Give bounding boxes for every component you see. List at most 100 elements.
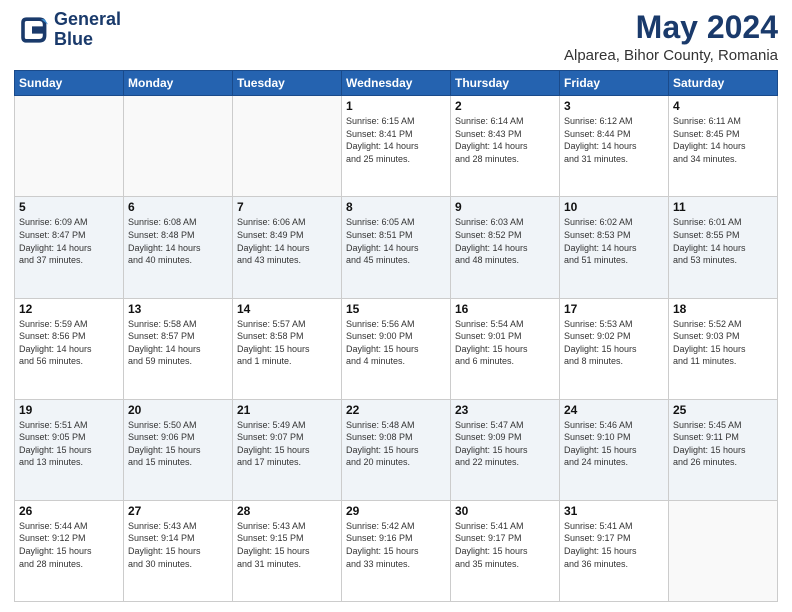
calendar-cell: 3 Sunrise: 6:12 AMSunset: 8:44 PMDaylight… xyxy=(560,96,669,197)
day-info: Sunrise: 5:44 AMSunset: 9:12 PMDaylight:… xyxy=(19,520,119,570)
day-info: Sunrise: 5:43 AMSunset: 9:14 PMDaylight:… xyxy=(128,520,228,570)
day-info: Sunrise: 5:52 AMSunset: 9:03 PMDaylight:… xyxy=(673,318,773,368)
calendar-cell: 31 Sunrise: 5:41 AMSunset: 9:17 PMDayligh… xyxy=(560,500,669,601)
day-info: Sunrise: 5:45 AMSunset: 9:11 PMDaylight:… xyxy=(673,419,773,469)
day-info: Sunrise: 5:49 AMSunset: 9:07 PMDaylight:… xyxy=(237,419,337,469)
col-sunday: Sunday xyxy=(15,71,124,96)
col-saturday: Saturday xyxy=(669,71,778,96)
day-info: Sunrise: 5:48 AMSunset: 9:08 PMDaylight:… xyxy=(346,419,446,469)
day-info: Sunrise: 6:09 AMSunset: 8:47 PMDaylight:… xyxy=(19,216,119,266)
calendar-cell: 11Sunrise: 6:01 AMSunset: 8:55 PMDayligh… xyxy=(669,197,778,298)
calendar-cell: 19Sunrise: 5:51 AMSunset: 9:05 PMDayligh… xyxy=(15,399,124,500)
day-number: 16 xyxy=(455,302,555,316)
day-number: 17 xyxy=(564,302,664,316)
day-info: Sunrise: 5:43 AMSunset: 9:15 PMDaylight:… xyxy=(237,520,337,570)
col-thursday: Thursday xyxy=(451,71,560,96)
day-number: 10 xyxy=(564,200,664,214)
day-number: 21 xyxy=(237,403,337,417)
calendar-cell: 1 Sunrise: 6:15 AMSunset: 8:41 PMDaylight… xyxy=(342,96,451,197)
day-info: Sunrise: 5:46 AMSunset: 9:10 PMDaylight:… xyxy=(564,419,664,469)
calendar-cell: 8Sunrise: 6:05 AMSunset: 8:51 PMDaylight… xyxy=(342,197,451,298)
day-number: 6 xyxy=(128,200,228,214)
calendar-cell: 29 Sunrise: 5:42 AMSunset: 9:16 PMDayligh… xyxy=(342,500,451,601)
day-number: 9 xyxy=(455,200,555,214)
calendar-table: Sunday Monday Tuesday Wednesday Thursday… xyxy=(14,70,778,602)
calendar-cell xyxy=(124,96,233,197)
day-number: 3 xyxy=(564,99,664,113)
calendar-header-row: Sunday Monday Tuesday Wednesday Thursday… xyxy=(15,71,778,96)
header: General Blue May 2024 Alparea, Bihor Cou… xyxy=(14,10,778,64)
subtitle: Alparea, Bihor County, Romania xyxy=(564,47,778,64)
day-info: Sunrise: 5:56 AMSunset: 9:00 PMDaylight:… xyxy=(346,318,446,368)
day-number: 26 xyxy=(19,504,119,518)
day-number: 29 xyxy=(346,504,446,518)
day-number: 25 xyxy=(673,403,773,417)
day-number: 28 xyxy=(237,504,337,518)
calendar-cell: 24Sunrise: 5:46 AMSunset: 9:10 PMDayligh… xyxy=(560,399,669,500)
calendar-cell: 16 Sunrise: 5:54 AMSunset: 9:01 PMDayligh… xyxy=(451,298,560,399)
day-info: Sunrise: 5:41 AMSunset: 9:17 PMDaylight:… xyxy=(564,520,664,570)
calendar-cell: 12Sunrise: 5:59 AMSunset: 8:56 PMDayligh… xyxy=(15,298,124,399)
day-info: Sunrise: 6:03 AMSunset: 8:52 PMDaylight:… xyxy=(455,216,555,266)
page: General Blue May 2024 Alparea, Bihor Cou… xyxy=(0,0,792,612)
day-info: Sunrise: 5:58 AMSunset: 8:57 PMDaylight:… xyxy=(128,318,228,368)
day-number: 30 xyxy=(455,504,555,518)
day-number: 1 xyxy=(346,99,446,113)
calendar-cell: 2Sunrise: 6:14 AMSunset: 8:43 PMDaylight… xyxy=(451,96,560,197)
col-tuesday: Tuesday xyxy=(233,71,342,96)
day-info: Sunrise: 5:51 AMSunset: 9:05 PMDaylight:… xyxy=(19,419,119,469)
day-info: Sunrise: 6:12 AMSunset: 8:44 PMDaylight:… xyxy=(564,115,664,165)
day-number: 20 xyxy=(128,403,228,417)
day-info: Sunrise: 6:01 AMSunset: 8:55 PMDaylight:… xyxy=(673,216,773,266)
calendar-cell: 18 Sunrise: 5:52 AMSunset: 9:03 PMDayligh… xyxy=(669,298,778,399)
calendar-cell: 22 Sunrise: 5:48 AMSunset: 9:08 PMDayligh… xyxy=(342,399,451,500)
calendar-cell: 27 Sunrise: 5:43 AMSunset: 9:14 PMDayligh… xyxy=(124,500,233,601)
day-number: 13 xyxy=(128,302,228,316)
calendar-cell xyxy=(233,96,342,197)
calendar-cell: 21 Sunrise: 5:49 AMSunset: 9:07 PMDayligh… xyxy=(233,399,342,500)
day-number: 8 xyxy=(346,200,446,214)
day-info: Sunrise: 6:11 AMSunset: 8:45 PMDaylight:… xyxy=(673,115,773,165)
day-info: Sunrise: 5:47 AMSunset: 9:09 PMDaylight:… xyxy=(455,419,555,469)
col-wednesday: Wednesday xyxy=(342,71,451,96)
day-info: Sunrise: 6:02 AMSunset: 8:53 PMDaylight:… xyxy=(564,216,664,266)
day-info: Sunrise: 5:50 AMSunset: 9:06 PMDaylight:… xyxy=(128,419,228,469)
col-monday: Monday xyxy=(124,71,233,96)
calendar-cell: 17Sunrise: 5:53 AMSunset: 9:02 PMDayligh… xyxy=(560,298,669,399)
day-info: Sunrise: 5:41 AMSunset: 9:17 PMDaylight:… xyxy=(455,520,555,570)
day-info: Sunrise: 6:15 AMSunset: 8:41 PMDaylight:… xyxy=(346,115,446,165)
calendar-row-2: 12Sunrise: 5:59 AMSunset: 8:56 PMDayligh… xyxy=(15,298,778,399)
calendar-cell: 10 Sunrise: 6:02 AMSunset: 8:53 PMDayligh… xyxy=(560,197,669,298)
day-number: 5 xyxy=(19,200,119,214)
day-number: 22 xyxy=(346,403,446,417)
calendar-row-1: 5 Sunrise: 6:09 AMSunset: 8:47 PMDaylight… xyxy=(15,197,778,298)
day-number: 4 xyxy=(673,99,773,113)
day-info: Sunrise: 5:54 AMSunset: 9:01 PMDaylight:… xyxy=(455,318,555,368)
calendar-cell: 9 Sunrise: 6:03 AMSunset: 8:52 PMDaylight… xyxy=(451,197,560,298)
calendar-cell: 23Sunrise: 5:47 AMSunset: 9:09 PMDayligh… xyxy=(451,399,560,500)
day-info: Sunrise: 5:42 AMSunset: 9:16 PMDaylight:… xyxy=(346,520,446,570)
calendar-cell: 14Sunrise: 5:57 AMSunset: 8:58 PMDayligh… xyxy=(233,298,342,399)
day-number: 31 xyxy=(564,504,664,518)
calendar-row-4: 26 Sunrise: 5:44 AMSunset: 9:12 PMDayligh… xyxy=(15,500,778,601)
calendar-row-0: 1 Sunrise: 6:15 AMSunset: 8:41 PMDaylight… xyxy=(15,96,778,197)
day-number: 18 xyxy=(673,302,773,316)
calendar-cell: 4 Sunrise: 6:11 AMSunset: 8:45 PMDaylight… xyxy=(669,96,778,197)
month-title: May 2024 xyxy=(564,10,778,45)
day-info: Sunrise: 6:06 AMSunset: 8:49 PMDaylight:… xyxy=(237,216,337,266)
logo-icon xyxy=(14,12,50,48)
col-friday: Friday xyxy=(560,71,669,96)
logo: General Blue xyxy=(14,10,121,50)
calendar-cell xyxy=(669,500,778,601)
calendar-cell: 30 Sunrise: 5:41 AMSunset: 9:17 PMDayligh… xyxy=(451,500,560,601)
day-number: 7 xyxy=(237,200,337,214)
calendar-cell xyxy=(15,96,124,197)
day-number: 27 xyxy=(128,504,228,518)
title-area: May 2024 Alparea, Bihor County, Romania xyxy=(564,10,778,64)
calendar-cell: 20 Sunrise: 5:50 AMSunset: 9:06 PMDayligh… xyxy=(124,399,233,500)
day-info: Sunrise: 6:08 AMSunset: 8:48 PMDaylight:… xyxy=(128,216,228,266)
calendar-cell: 26 Sunrise: 5:44 AMSunset: 9:12 PMDayligh… xyxy=(15,500,124,601)
calendar-cell: 5 Sunrise: 6:09 AMSunset: 8:47 PMDaylight… xyxy=(15,197,124,298)
day-number: 2 xyxy=(455,99,555,113)
logo-line2: Blue xyxy=(54,30,121,50)
